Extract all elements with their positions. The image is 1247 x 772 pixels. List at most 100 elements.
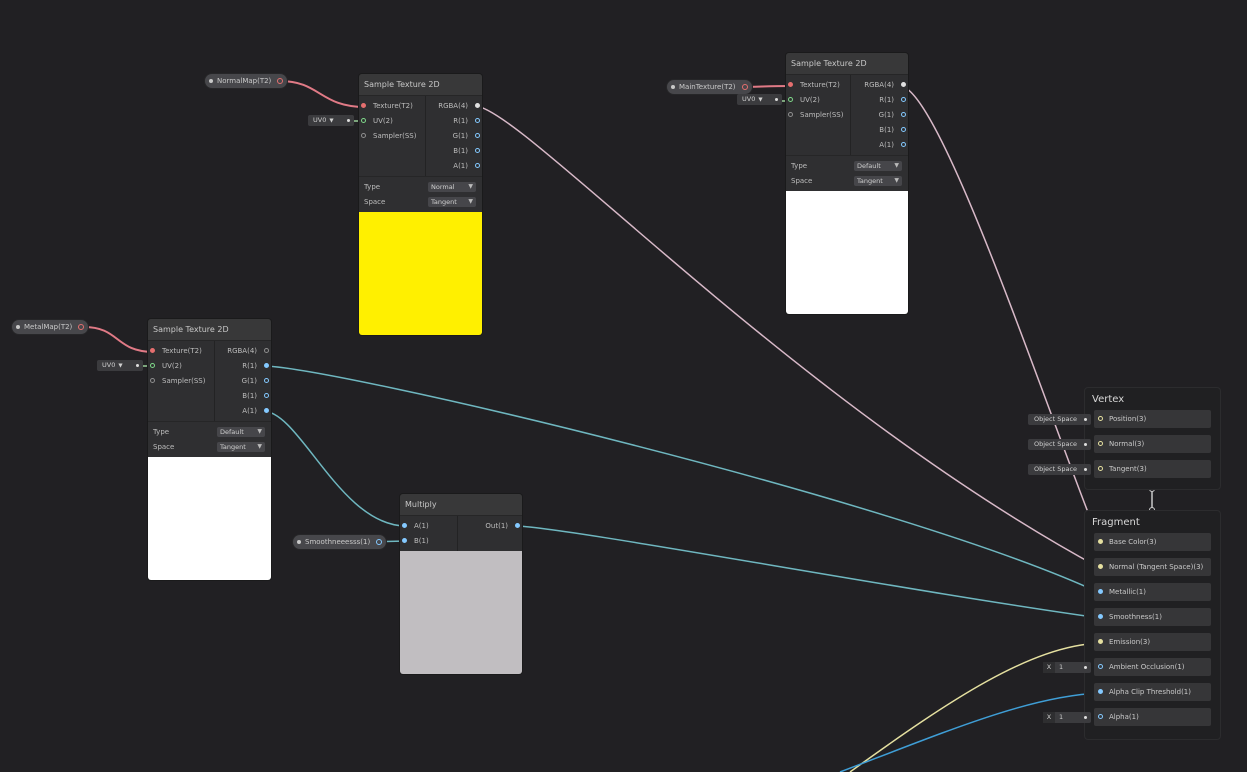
output-rgba[interactable]: RGBA(4): [864, 78, 908, 93]
type-dropdown[interactable]: Default ▼: [854, 161, 902, 171]
smoothness-property-node[interactable]: Smoothneeesss(1): [293, 535, 387, 549]
dropdown-value: Normal: [431, 183, 455, 191]
output-rgba[interactable]: RGBA(4): [438, 99, 482, 114]
port-label: Sampler(SS): [800, 111, 844, 119]
output-a[interactable]: A(1): [879, 138, 908, 153]
port-dot: [1084, 666, 1087, 669]
sampler-port-dot: [150, 378, 155, 383]
port-dot: [1084, 443, 1087, 446]
output-g[interactable]: G(1): [879, 108, 908, 123]
metalmap-property-node[interactable]: MetalMap(T2): [12, 320, 89, 334]
float-port-dot: [264, 363, 269, 368]
texture-port[interactable]: [78, 324, 85, 330]
fragment-block-emission[interactable]: Emission(3): [1094, 633, 1211, 651]
port-label: Texture(T2): [373, 102, 413, 110]
vertex-block-tangent[interactable]: Tangent(3): [1094, 460, 1211, 478]
port-label: G(1): [241, 377, 257, 385]
rgba-port-dot: [475, 103, 480, 108]
port-dot: [1084, 716, 1087, 719]
output-r[interactable]: R(1): [879, 93, 908, 108]
float-port-dot: [264, 393, 269, 398]
space-dropdown[interactable]: Tangent ▼: [854, 176, 902, 186]
fragment-block-alpha[interactable]: Alpha(1): [1094, 708, 1211, 726]
sample-texture-2d-main-node[interactable]: Sample Texture 2D Texture(T2) UV(2) Samp…: [786, 53, 908, 314]
uv-dropdown-right[interactable]: UV0 ▼: [737, 94, 782, 105]
space-dropdown[interactable]: Tangent ▼: [217, 442, 265, 452]
space-setting: Space Tangent ▼: [359, 195, 482, 210]
fragment-block-normal-tangent[interactable]: Normal (Tangent Space)(3): [1094, 558, 1211, 576]
output-b[interactable]: B(1): [879, 123, 908, 138]
texture-port[interactable]: [277, 78, 284, 84]
sample-texture-2d-normal-node[interactable]: Sample Texture 2D Texture(T2) UV(2) Samp…: [359, 74, 482, 335]
float-port-dot: [475, 148, 480, 153]
input-texture[interactable]: Texture(T2): [786, 78, 840, 93]
output-r[interactable]: R(1): [453, 114, 482, 129]
node-title: Sample Texture 2D: [786, 53, 908, 75]
property-label: MetalMap(T2): [24, 323, 73, 331]
output-b[interactable]: B(1): [453, 144, 482, 159]
float-port-dot: [901, 127, 906, 132]
type-dropdown[interactable]: Normal ▼: [428, 182, 476, 192]
vector3-port-dot: [1098, 416, 1103, 421]
fragment-block-base-color[interactable]: Base Color(3): [1094, 533, 1211, 551]
space-setting: Space Tangent ▼: [148, 440, 271, 455]
fragment-block-smoothness[interactable]: Smoothness(1): [1094, 608, 1211, 626]
fragment-block-ambient-occlusion[interactable]: Ambient Occlusion(1): [1094, 658, 1211, 676]
input-sampler[interactable]: Sampler(SS): [148, 374, 205, 389]
caret-down-icon: ▼: [894, 162, 899, 169]
input-uv[interactable]: UV(2): [359, 114, 393, 129]
input-sampler[interactable]: Sampler(SS): [359, 129, 416, 144]
x-label: X: [1043, 662, 1055, 673]
input-a[interactable]: A(1): [400, 519, 429, 534]
uv-dropdown-label: UV0: [313, 116, 327, 124]
fragment-block-alpha-clip[interactable]: Alpha Clip Threshold(1): [1094, 683, 1211, 701]
normalmap-property-node[interactable]: NormalMap(T2): [205, 74, 288, 88]
output-r[interactable]: R(1): [242, 359, 271, 374]
node-ports: Texture(T2) UV(2) Sampler(SS) RGBA(4) R(…: [359, 96, 482, 176]
fragment-block-metallic[interactable]: Metallic(1): [1094, 583, 1211, 601]
float-port[interactable]: [376, 539, 383, 545]
port-label: B(1): [879, 126, 894, 134]
output-a[interactable]: A(1): [242, 404, 271, 419]
tangent-space-field[interactable]: Object Space: [1028, 464, 1091, 475]
input-texture[interactable]: Texture(T2): [359, 99, 413, 114]
output-b[interactable]: B(1): [242, 389, 271, 404]
type-dropdown[interactable]: Default ▼: [217, 427, 265, 437]
alpha-value-field[interactable]: X 1: [1043, 712, 1091, 723]
node-ports: A(1) B(1) Out(1): [400, 516, 522, 551]
node-preview: [400, 551, 522, 674]
space-dropdown[interactable]: Tangent ▼: [428, 197, 476, 207]
port-label: UV(2): [162, 362, 182, 370]
vertex-block-position[interactable]: Position(3): [1094, 410, 1211, 428]
normal-space-field[interactable]: Object Space: [1028, 439, 1091, 450]
port-label: B(1): [453, 147, 468, 155]
block-label: Normal (Tangent Space)(3): [1109, 563, 1204, 571]
output-g[interactable]: G(1): [453, 129, 482, 144]
vertex-block-normal[interactable]: Normal(3): [1094, 435, 1211, 453]
input-sampler[interactable]: Sampler(SS): [786, 108, 843, 123]
uv-dropdown-left[interactable]: UV0 ▼: [97, 360, 143, 371]
float-port-dot: [1098, 689, 1103, 694]
float-port-dot: [901, 112, 906, 117]
input-uv[interactable]: UV(2): [786, 93, 820, 108]
caret-down-icon: ▼: [257, 428, 262, 435]
ambient-occlusion-value-field[interactable]: X 1: [1043, 662, 1091, 673]
sample-texture-2d-metal-node[interactable]: Sample Texture 2D Texture(T2) UV(2) Samp…: [148, 319, 271, 580]
type-setting: Type Default ▼: [148, 425, 271, 440]
output-out[interactable]: Out(1): [485, 519, 522, 534]
texture-port[interactable]: [741, 84, 748, 90]
port-dot: [1084, 468, 1087, 471]
output-rgba[interactable]: RGBA(4): [227, 344, 271, 359]
rgba-port-dot: [901, 82, 906, 87]
maintexture-property-node[interactable]: MainTexture(T2): [667, 80, 752, 94]
float-port-dot: [264, 378, 269, 383]
input-texture[interactable]: Texture(T2): [148, 344, 202, 359]
position-space-field[interactable]: Object Space: [1028, 414, 1091, 425]
input-b[interactable]: B(1): [400, 534, 429, 549]
output-g[interactable]: G(1): [242, 374, 271, 389]
uv-dropdown-top[interactable]: UV0 ▼: [308, 115, 354, 126]
input-uv[interactable]: UV(2): [148, 359, 182, 374]
multiply-node[interactable]: Multiply A(1) B(1) Out(1): [400, 494, 522, 674]
output-a[interactable]: A(1): [453, 159, 482, 174]
float-port-dot: [1098, 589, 1103, 594]
